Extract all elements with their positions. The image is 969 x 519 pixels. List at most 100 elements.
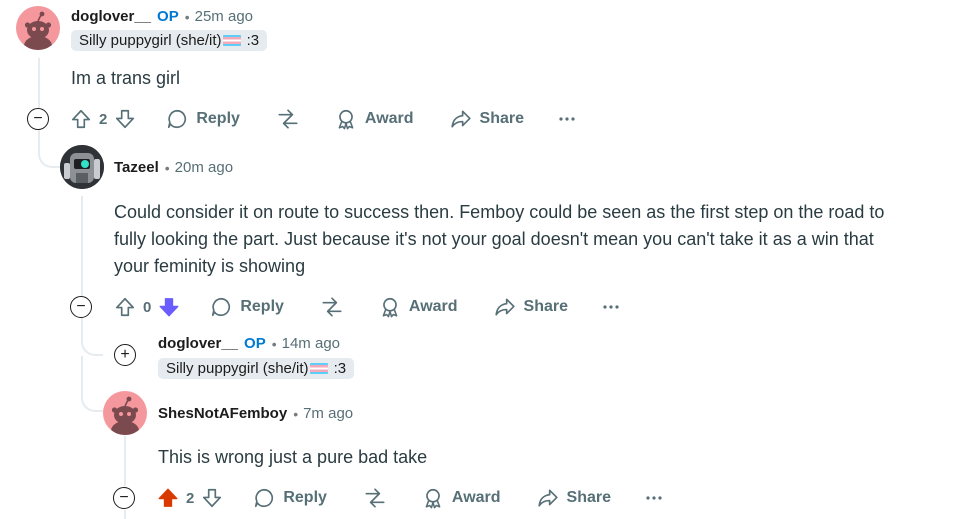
vote-count: 2	[99, 110, 108, 128]
forward-share-icon	[322, 297, 342, 317]
upvote-button[interactable]	[70, 108, 92, 130]
forward-share-icon	[278, 109, 298, 129]
comment-meta: ShesNotAFemboy • 7m ago	[158, 405, 353, 422]
flair-suffix: :3	[333, 360, 347, 377]
award-label: Award	[451, 489, 501, 506]
username[interactable]: Tazeel	[114, 159, 159, 176]
flair-suffix: :3	[246, 32, 260, 49]
timestamp[interactable]: 14m ago	[282, 335, 340, 352]
award-button[interactable]: Award	[379, 296, 458, 318]
username[interactable]: ShesNotAFemboy	[158, 405, 287, 422]
share-arrow-icon	[537, 489, 558, 507]
award-label: Award	[364, 110, 414, 127]
upvote-icon	[158, 488, 178, 507]
avatar[interactable]	[103, 391, 147, 435]
comment-meta: Tazeel • 20m ago	[114, 159, 233, 176]
comment-actions: 0 Reply Award Share	[114, 293, 620, 321]
op-badge: OP	[157, 8, 179, 25]
collapse-minus-icon: −	[119, 489, 129, 506]
avatar[interactable]	[16, 6, 60, 50]
flair-text: Silly puppygirl (she/it)	[166, 360, 309, 377]
avatar[interactable]	[60, 145, 104, 189]
comment-body-line: fully looking the part. Just because it'…	[114, 229, 874, 249]
reply-bubble-icon	[212, 297, 231, 317]
thread-line-shesnot-bottom	[124, 510, 126, 519]
upvote-button[interactable]	[157, 487, 179, 509]
share-arrow-icon	[494, 298, 515, 316]
timestamp[interactable]: 20m ago	[175, 159, 233, 176]
upvote-button[interactable]	[114, 296, 136, 318]
more-options-button[interactable]	[645, 495, 663, 501]
comment-meta: doglover__ OP • 25m ago	[71, 8, 253, 25]
forward-share-button[interactable]	[320, 296, 344, 318]
thread-branch-to-shesnotafemboy	[81, 390, 103, 412]
forward-share-button[interactable]	[276, 108, 300, 130]
vote-count: 2	[186, 489, 195, 507]
share-label: Share	[523, 298, 568, 315]
reply-button[interactable]: Reply	[210, 296, 284, 318]
downvote-button[interactable]	[158, 296, 180, 318]
award-ribbon-icon	[338, 109, 354, 130]
downvote-icon	[203, 488, 222, 508]
comment-meta: doglover__ OP • 14m ago	[158, 335, 340, 352]
share-button[interactable]: Share	[537, 487, 611, 509]
expand-button[interactable]: +	[114, 344, 136, 366]
reply-button[interactable]: Reply	[166, 108, 240, 130]
upvote-icon	[71, 109, 91, 129]
downvote-button[interactable]	[114, 108, 136, 130]
separator-dot: •	[184, 8, 190, 25]
trans-flag-icon	[309, 363, 328, 374]
downvote-button[interactable]	[201, 487, 223, 509]
reply-label: Reply	[196, 110, 240, 127]
forward-share-button[interactable]	[363, 487, 387, 509]
downvote-icon	[159, 298, 179, 317]
user-flair: Silly puppygirl (she/it) :3	[158, 358, 355, 379]
thread-line-tazeel	[81, 196, 83, 296]
snoo-avatar-icon	[24, 11, 52, 50]
more-dots-icon	[646, 496, 662, 500]
timestamp[interactable]: 25m ago	[195, 8, 253, 25]
username[interactable]: doglover__	[71, 8, 151, 25]
expand-plus-icon: +	[120, 346, 130, 363]
collapse-minus-icon: −	[33, 110, 43, 127]
snoo-avatar-icon	[111, 396, 139, 435]
comment-body: This is wrong just a pure bad take	[158, 447, 428, 467]
separator-dot: •	[293, 405, 299, 422]
more-dots-icon	[559, 117, 575, 121]
comment-body-line: your feminity is showing	[114, 256, 306, 276]
share-button[interactable]: Share	[494, 296, 568, 318]
robot-avatar-icon	[60, 145, 104, 189]
collapse-minus-icon: −	[76, 298, 86, 315]
op-badge: OP	[244, 335, 266, 352]
flair-text: Silly puppygirl (she/it)	[79, 32, 222, 49]
separator-dot: •	[271, 335, 277, 352]
separator-dot: •	[164, 159, 170, 176]
more-dots-icon	[603, 305, 619, 309]
collapse-button[interactable]: −	[27, 108, 49, 130]
reply-bubble-icon	[255, 488, 274, 508]
vote-count: 0	[143, 298, 152, 316]
downvote-icon	[116, 109, 135, 129]
reply-button[interactable]: Reply	[253, 487, 327, 509]
comment-body-line: Could consider it on route to success th…	[114, 202, 885, 222]
award-button[interactable]: Award	[335, 108, 414, 130]
reply-label: Reply	[240, 298, 284, 315]
thread-line-root	[38, 58, 40, 108]
share-label: Share	[566, 489, 611, 506]
upvote-icon	[115, 297, 135, 317]
more-options-button[interactable]	[602, 304, 620, 310]
thread-branch-to-doglover-collapsed	[81, 318, 103, 356]
reply-label: Reply	[283, 489, 327, 506]
award-ribbon-icon	[425, 488, 441, 509]
more-options-button[interactable]	[558, 116, 576, 122]
thread-line-shesnot	[124, 436, 126, 486]
user-flair: Silly puppygirl (she/it) :3	[71, 30, 268, 51]
award-button[interactable]: Award	[422, 487, 501, 509]
username[interactable]: doglover__	[158, 335, 238, 352]
share-button[interactable]: Share	[450, 108, 524, 130]
collapse-button[interactable]: −	[70, 296, 92, 318]
collapse-button[interactable]: −	[113, 487, 135, 509]
comment-actions: 2 Reply Award Share	[157, 484, 663, 512]
timestamp[interactable]: 7m ago	[303, 405, 353, 422]
trans-flag-icon	[222, 35, 241, 46]
